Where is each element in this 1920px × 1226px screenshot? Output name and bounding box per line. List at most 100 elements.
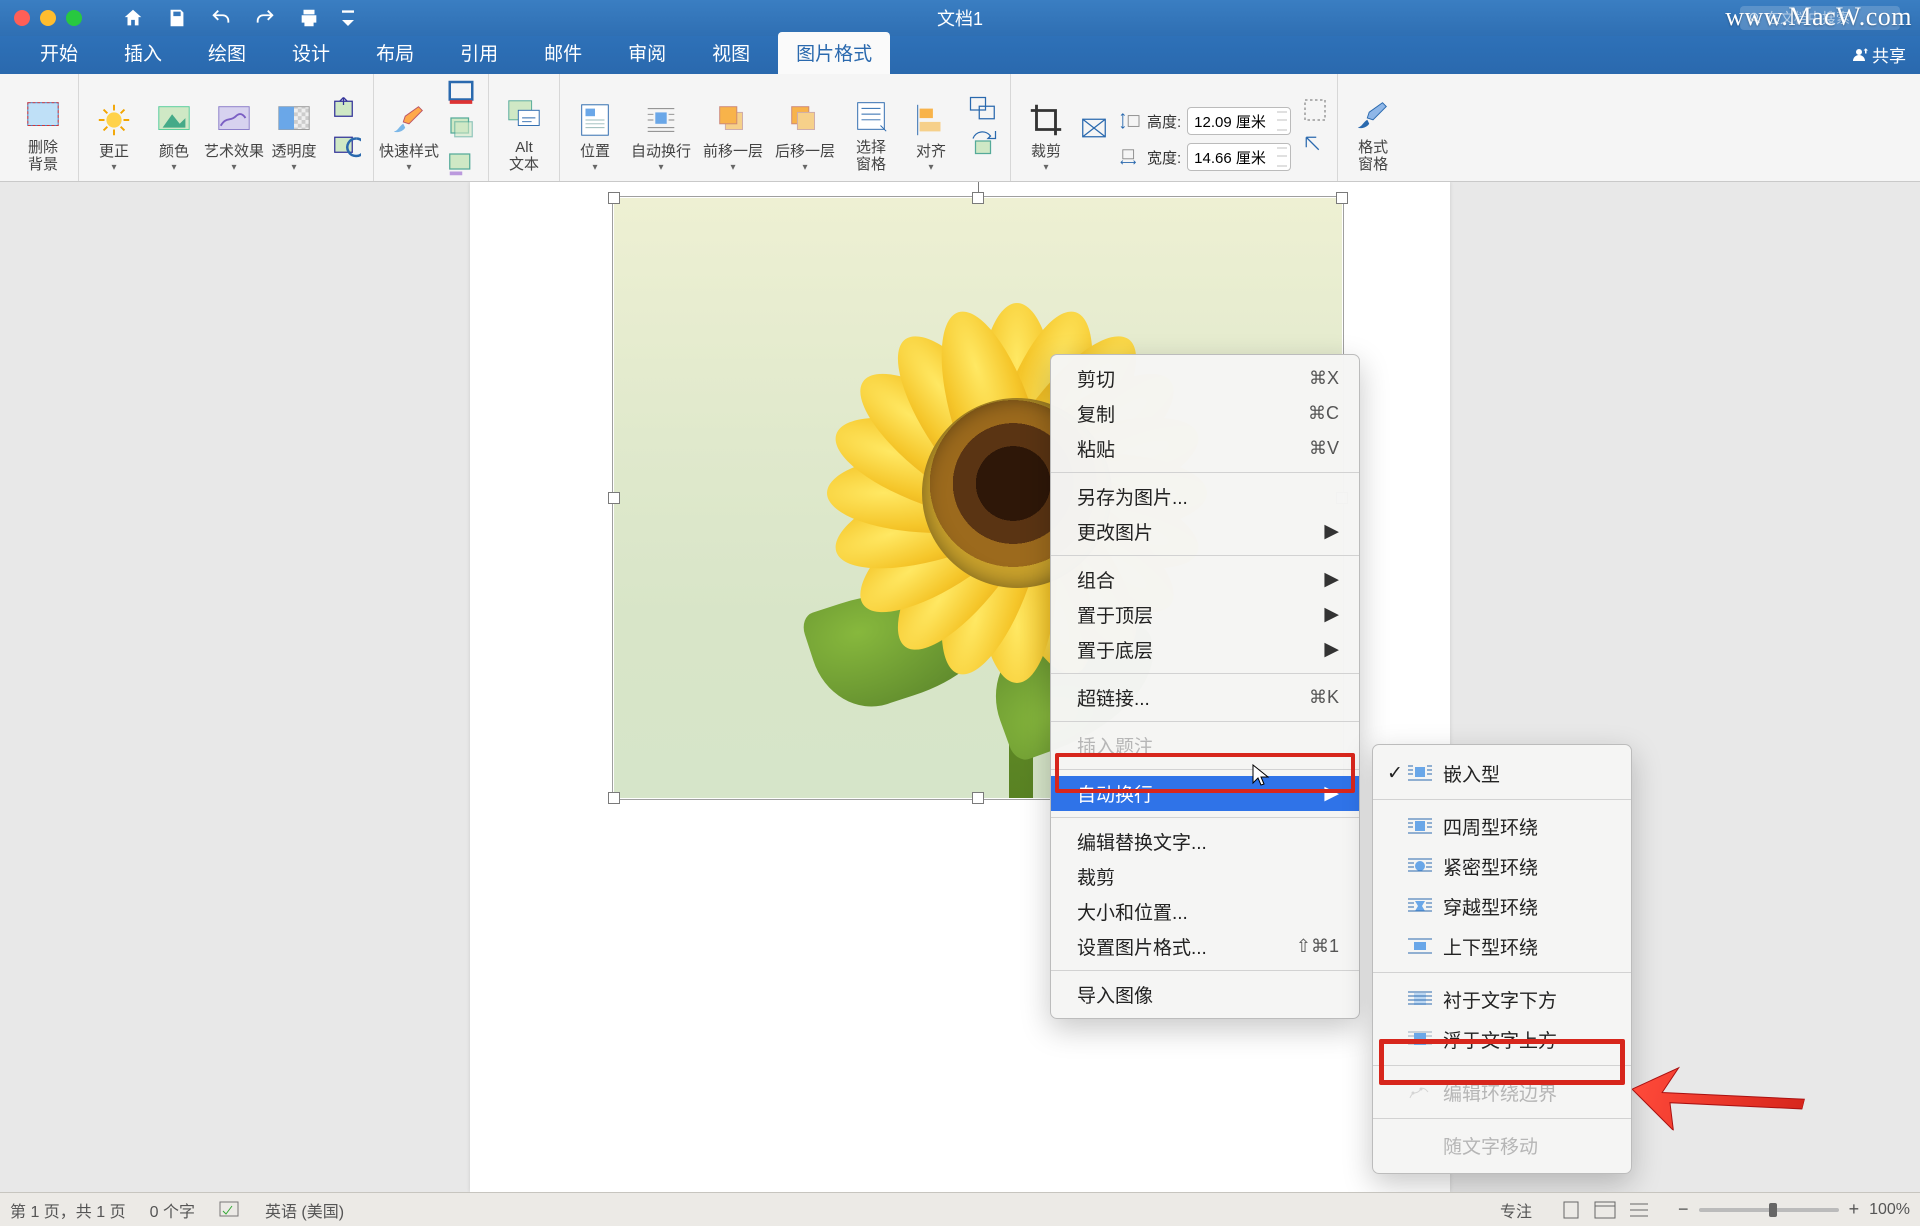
- status-spellcheck-icon[interactable]: [219, 1201, 241, 1219]
- zoom-control[interactable]: − + 100%: [1678, 1199, 1910, 1220]
- height-input[interactable]: [1187, 107, 1291, 135]
- wrap-behind[interactable]: 衬于文字下方: [1373, 979, 1631, 1019]
- remove-background-button[interactable]: 删除 背景: [16, 79, 70, 177]
- wrap-front[interactable]: 浮于文字上方: [1373, 1019, 1631, 1059]
- ctx-format-picture[interactable]: 设置图片格式...⇧⌘1: [1051, 929, 1359, 964]
- qat-customize-icon[interactable]: [342, 7, 354, 29]
- maximize-window-button[interactable]: [66, 10, 82, 26]
- reset-picture-icon[interactable]: [331, 131, 361, 161]
- tab-layout[interactable]: 布局: [358, 32, 432, 74]
- ctx-save-as-picture[interactable]: 另存为图片...: [1051, 479, 1359, 514]
- ctx-send-back[interactable]: 置于底层▶: [1051, 632, 1359, 667]
- resize-handle-nw[interactable]: [608, 192, 620, 204]
- menu-tabs: 开始 插入 绘图 设计 布局 引用 邮件 审阅 视图 图片格式 共享: [0, 36, 1920, 74]
- ctx-edit-alt-text[interactable]: 编辑替换文字...: [1051, 824, 1359, 859]
- status-page[interactable]: 第 1 页，共 1 页: [10, 1198, 126, 1222]
- wrap-text-button[interactable]: 自动换行▾: [628, 79, 694, 177]
- view-outline-icon[interactable]: [1624, 1199, 1654, 1221]
- ctx-wrap-text[interactable]: 自动换行▶: [1051, 776, 1359, 811]
- ctx-copy[interactable]: 复制⌘C: [1051, 396, 1359, 431]
- tab-design[interactable]: 设计: [274, 32, 348, 74]
- redo-icon[interactable]: [254, 7, 276, 29]
- ctx-change-picture[interactable]: 更改图片▶: [1051, 514, 1359, 549]
- alt-text-button[interactable]: Alt 文本: [497, 79, 551, 177]
- wrap-behind-icon: [1407, 990, 1433, 1008]
- share-button[interactable]: 共享: [1850, 42, 1906, 67]
- tab-review[interactable]: 审阅: [610, 32, 684, 74]
- crop-button[interactable]: 裁剪▾: [1019, 79, 1073, 177]
- print-icon[interactable]: [298, 7, 320, 29]
- resize-handle-sw[interactable]: [608, 792, 620, 804]
- ctx-cut[interactable]: 剪切⌘X: [1051, 361, 1359, 396]
- selection-pane-button[interactable]: 选择 窗格: [844, 79, 898, 177]
- zoom-slider[interactable]: [1699, 1208, 1839, 1212]
- tab-draw[interactable]: 绘图: [190, 32, 264, 74]
- wrap-square[interactable]: 四周型环绕: [1373, 806, 1631, 846]
- zoom-out-icon[interactable]: −: [1678, 1199, 1689, 1220]
- rotate-icon[interactable]: [968, 131, 998, 161]
- resize-handle-s[interactable]: [972, 792, 984, 804]
- picture-border-icon[interactable]: [446, 77, 476, 107]
- picture-layout-icon[interactable]: [446, 149, 476, 179]
- quick-styles-button[interactable]: 快速样式▾: [382, 79, 436, 177]
- tab-view[interactable]: 视图: [694, 32, 768, 74]
- view-buttons: [1556, 1199, 1654, 1221]
- document-canvas[interactable]: /*placeholder*/ 剪切⌘X 复制⌘C 粘贴⌘V 另存为图片... …: [0, 182, 1920, 1192]
- artistic-effects-button[interactable]: 艺术效果▾: [207, 79, 261, 177]
- tab-home[interactable]: 开始: [22, 32, 96, 74]
- position-button[interactable]: 位置▾: [568, 79, 622, 177]
- tab-picture-format[interactable]: 图片格式: [778, 32, 890, 74]
- lock-aspect-icon[interactable]: [1300, 95, 1330, 125]
- tab-mail[interactable]: 邮件: [526, 32, 600, 74]
- view-print-icon[interactable]: [1556, 1199, 1586, 1221]
- zoom-in-icon[interactable]: +: [1849, 1199, 1860, 1220]
- undo-icon[interactable]: [210, 7, 232, 29]
- ctx-hyperlink[interactable]: 超链接...⌘K: [1051, 680, 1359, 715]
- ctx-import-image[interactable]: 导入图像: [1051, 977, 1359, 1012]
- view-web-icon[interactable]: [1590, 1199, 1620, 1221]
- format-pane-icon: [1354, 97, 1392, 135]
- bring-forward-button[interactable]: 前移一层▾: [700, 79, 766, 177]
- transparency-button[interactable]: 透明度▾: [267, 79, 321, 177]
- crop-aspect-icon[interactable]: [1079, 113, 1109, 143]
- wrap-inline[interactable]: ✓ 嵌入型: [1373, 753, 1631, 793]
- wrap-through[interactable]: 穿越型环绕: [1373, 886, 1631, 926]
- size-launcher-icon[interactable]: [1300, 131, 1330, 161]
- picture-effects-icon[interactable]: [446, 113, 476, 143]
- close-window-button[interactable]: [14, 10, 30, 26]
- ctx-group[interactable]: 组合▶: [1051, 562, 1359, 597]
- ctx-crop[interactable]: 裁剪: [1051, 859, 1359, 894]
- ctx-size-position[interactable]: 大小和位置...: [1051, 894, 1359, 929]
- ctx-bring-front[interactable]: 置于顶层▶: [1051, 597, 1359, 632]
- minimize-window-button[interactable]: [40, 10, 56, 26]
- status-language[interactable]: 英语 (美国): [265, 1198, 344, 1222]
- ctx-paste[interactable]: 粘贴⌘V: [1051, 431, 1359, 466]
- status-focus[interactable]: 专注: [1500, 1198, 1532, 1222]
- compress-picture-icon[interactable]: [331, 95, 361, 125]
- zoom-value[interactable]: 100%: [1869, 1201, 1910, 1219]
- tab-references[interactable]: 引用: [442, 32, 516, 74]
- wrap-move-with-text: 随文字移动: [1373, 1125, 1631, 1165]
- brightness-icon: [95, 101, 133, 139]
- wrap-inline-icon: [1407, 764, 1433, 782]
- save-icon[interactable]: [166, 7, 188, 29]
- wrap-text-icon: [642, 101, 680, 139]
- wrap-top-bottom[interactable]: 上下型环绕: [1373, 926, 1631, 966]
- quick-access-toolbar: [122, 7, 354, 29]
- color-button[interactable]: 颜色▾: [147, 79, 201, 177]
- send-backward-button[interactable]: 后移一层▾: [772, 79, 838, 177]
- resize-handle-w[interactable]: [608, 492, 620, 504]
- wrap-tight[interactable]: 紧密型环绕: [1373, 846, 1631, 886]
- resize-handle-ne[interactable]: [1336, 192, 1348, 204]
- tab-insert[interactable]: 插入: [106, 32, 180, 74]
- resize-handle-n[interactable]: [972, 192, 984, 204]
- height-label: 高度:: [1147, 111, 1181, 132]
- home-icon[interactable]: [122, 7, 144, 29]
- status-word-count[interactable]: 0 个字: [150, 1198, 195, 1222]
- format-pane-button[interactable]: 格式 窗格: [1346, 79, 1400, 177]
- title-bar: 文档1 在文档中搜索 www.MacW.com: [0, 0, 1920, 36]
- group-icon[interactable]: [968, 95, 998, 125]
- width-input[interactable]: [1187, 143, 1291, 171]
- align-button[interactable]: 对齐▾: [904, 79, 958, 177]
- corrections-button[interactable]: 更正▾: [87, 79, 141, 177]
